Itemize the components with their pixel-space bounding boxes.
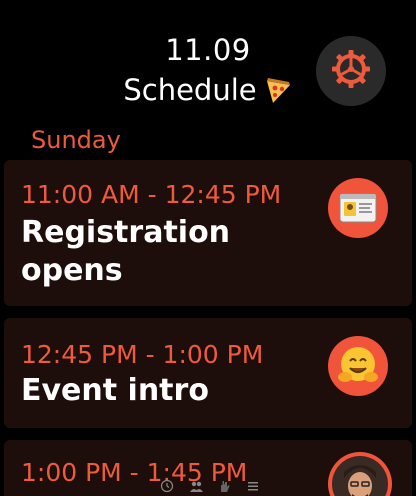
section-label-day: Sunday — [31, 126, 121, 154]
event-card[interactable]: 12:45 PM - 1:00 PM Event intro — [4, 318, 412, 428]
page-title: Schedule — [123, 73, 257, 107]
event-title: Registration opens — [21, 215, 231, 288]
clock-icon[interactable] — [160, 478, 174, 493]
event-time-range: 12:45 PM - 1:00 PM — [21, 340, 264, 369]
hand-icon[interactable] — [217, 478, 231, 492]
event-title: Event intro — [21, 373, 209, 408]
pizza-icon — [263, 75, 293, 105]
event-card[interactable]: 11:00 AM - 12:45 PM Registration opens — [4, 160, 412, 306]
hugging-face-emoji-icon — [328, 336, 388, 396]
id-badge-icon — [328, 178, 388, 238]
bottom-bar — [160, 474, 260, 496]
list-icon[interactable] — [246, 478, 260, 492]
people-icon[interactable] — [189, 478, 203, 492]
gear-icon — [331, 49, 371, 93]
speaker-avatar — [328, 452, 392, 496]
event-time-range: 11:00 AM - 12:45 PM — [21, 180, 282, 209]
settings-button[interactable] — [316, 36, 386, 106]
